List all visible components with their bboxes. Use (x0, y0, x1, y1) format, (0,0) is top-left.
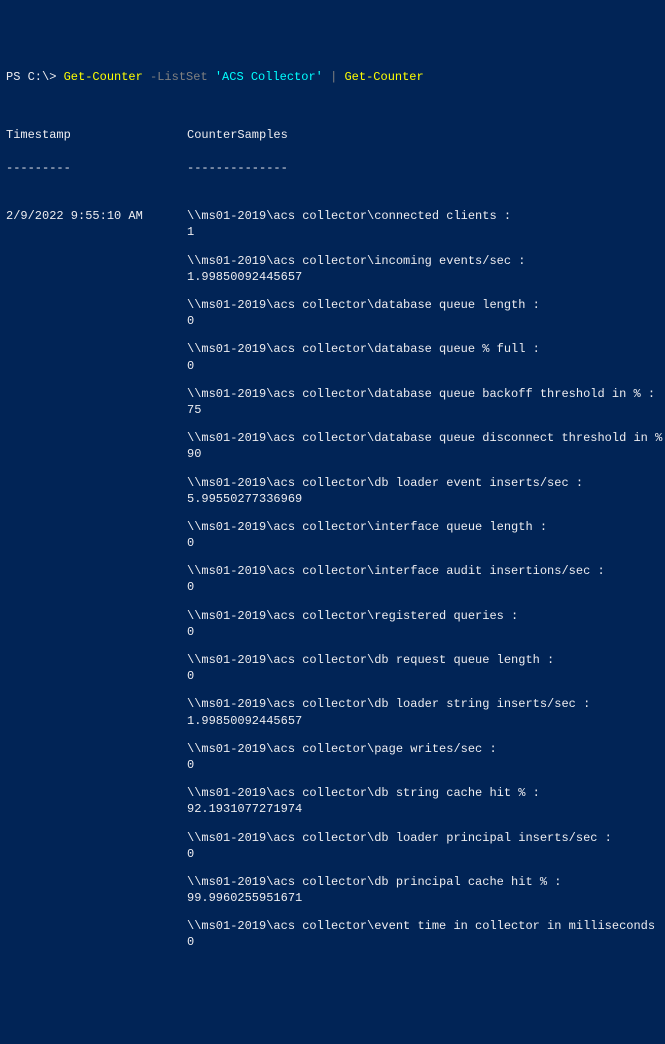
counter-sample: \\ms01-2019\acs collector\registered que… (187, 608, 665, 640)
counter-path: \\ms01-2019\acs collector\registered que… (187, 608, 665, 624)
counter-path: \\ms01-2019\acs collector\db loader prin… (187, 830, 665, 846)
counter-sample: \\ms01-2019\acs collector\database queue… (187, 430, 665, 462)
cmdlet-2: Get-Counter (344, 70, 423, 84)
counter-value: 0 (187, 757, 665, 773)
header-countersamples: CounterSamples (187, 127, 659, 143)
counter-value: 1.99850092445657 (187, 713, 665, 729)
counter-value: 75 (187, 402, 665, 418)
output-header-underline: --------- -------------- (6, 160, 659, 176)
counter-value: 92.1931077271974 (187, 801, 665, 817)
counter-value: 1 (187, 224, 665, 240)
counter-sample: \\ms01-2019\acs collector\db principal c… (187, 874, 665, 906)
counter-path: \\ms01-2019\acs collector\database queue… (187, 341, 665, 357)
counter-path: \\ms01-2019\acs collector\page writes/se… (187, 741, 665, 757)
counter-sample: \\ms01-2019\acs collector\event time in … (187, 918, 665, 950)
counter-sample: \\ms01-2019\acs collector\interface audi… (187, 563, 665, 595)
space (323, 70, 330, 84)
counter-sample: \\ms01-2019\acs collector\database queue… (187, 386, 665, 418)
header-countersamples-dash: -------------- (187, 160, 659, 176)
counter-path: \\ms01-2019\acs collector\database queue… (187, 430, 665, 446)
counter-sample: \\ms01-2019\acs collector\database queue… (187, 297, 665, 329)
counter-path: \\ms01-2019\acs collector\db request que… (187, 652, 665, 668)
timestamp-value: 2/9/2022 9:55:10 AM (6, 208, 187, 962)
counter-sample: \\ms01-2019\acs collector\database queue… (187, 341, 665, 373)
counter-path: \\ms01-2019\acs collector\db principal c… (187, 874, 665, 890)
counter-path: \\ms01-2019\acs collector\database queue… (187, 386, 665, 402)
counter-path: \\ms01-2019\acs collector\event time in … (187, 918, 665, 934)
counter-sample: \\ms01-2019\acs collector\db string cach… (187, 785, 665, 817)
counter-value: 0 (187, 579, 665, 595)
counter-value: 5.99550277336969 (187, 491, 665, 507)
counter-path: \\ms01-2019\acs collector\interface queu… (187, 519, 665, 535)
counter-sample: \\ms01-2019\acs collector\db loader even… (187, 475, 665, 507)
counter-path: \\ms01-2019\acs collector\database queue… (187, 297, 665, 313)
cmdlet-1: Get-Counter (64, 70, 143, 84)
counter-sample: \\ms01-2019\acs collector\db request que… (187, 652, 665, 684)
counter-value: 0 (187, 313, 665, 329)
counter-sample: \\ms01-2019\acs collector\db loader stri… (187, 696, 665, 728)
arg-string: 'ACS Collector' (215, 70, 323, 84)
counter-value: 0 (187, 668, 665, 684)
counter-sample: \\ms01-2019\acs collector\interface queu… (187, 519, 665, 551)
counter-sample: \\ms01-2019\acs collector\incoming event… (187, 253, 665, 285)
counter-path: \\ms01-2019\acs collector\db string cach… (187, 785, 665, 801)
counter-value: 0 (187, 934, 665, 950)
header-timestamp-dash: --------- (6, 160, 187, 176)
counter-path: \\ms01-2019\acs collector\interface audi… (187, 563, 665, 579)
counter-value: 0 (187, 624, 665, 640)
counter-sample: \\ms01-2019\acs collector\db loader prin… (187, 830, 665, 862)
param-listset: -ListSet (143, 70, 215, 84)
counter-path: \\ms01-2019\acs collector\connected clie… (187, 208, 665, 224)
counter-sample: \\ms01-2019\acs collector\connected clie… (187, 208, 665, 240)
counter-value: 0 (187, 535, 665, 551)
prompt-prefix: PS C:\> (6, 70, 64, 84)
counter-sample: \\ms01-2019\acs collector\page writes/se… (187, 741, 665, 773)
header-timestamp: Timestamp (6, 127, 187, 143)
counter-samples-list: \\ms01-2019\acs collector\connected clie… (187, 208, 665, 962)
counter-path: \\ms01-2019\acs collector\incoming event… (187, 253, 665, 269)
output-header-row: Timestamp CounterSamples (6, 127, 659, 143)
command-prompt-line[interactable]: PS C:\> Get-Counter -ListSet 'ACS Collec… (6, 69, 659, 85)
counter-path: \\ms01-2019\acs collector\db loader even… (187, 475, 665, 491)
output-body: 2/9/2022 9:55:10 AM \\ms01-2019\acs coll… (6, 208, 659, 962)
counter-value: 0 (187, 846, 665, 862)
counter-value: 0 (187, 358, 665, 374)
counter-value: 90 (187, 446, 665, 462)
counter-value: 99.9960255951671 (187, 890, 665, 906)
counter-value: 1.99850092445657 (187, 269, 665, 285)
counter-path: \\ms01-2019\acs collector\db loader stri… (187, 696, 665, 712)
